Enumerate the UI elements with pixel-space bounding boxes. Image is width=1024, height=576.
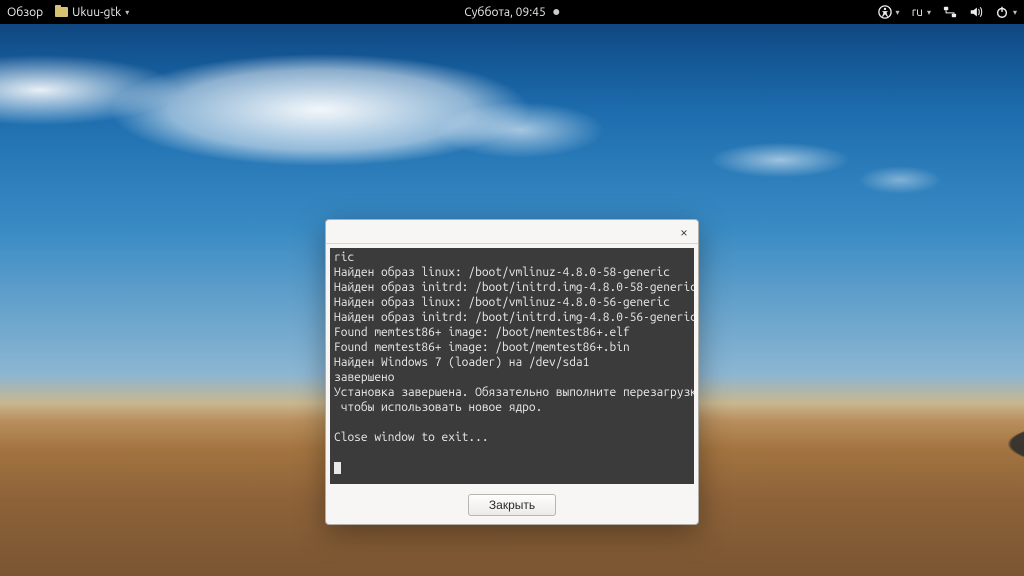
accessibility-icon [878,5,892,19]
power-icon [995,5,1009,19]
notification-dot-icon [554,9,560,15]
keyboard-layout-menu[interactable]: ru ▾ [912,6,931,19]
chevron-down-icon: ▾ [125,8,129,17]
chevron-down-icon: ▾ [1013,8,1017,17]
accessibility-menu[interactable]: ▾ [878,5,900,19]
close-button[interactable]: Закрыть [468,494,556,516]
network-wired-icon [943,5,957,19]
app-menu-label: Ukuu-gtk [72,6,121,19]
activities-button[interactable]: Обзор [7,6,43,19]
volume-icon [969,5,983,19]
dialog-close-button[interactable]: × [676,224,692,240]
chevron-down-icon: ▾ [927,8,931,17]
app-menu[interactable]: Ukuu-gtk ▾ [55,6,129,19]
top-panel: Обзор Ukuu-gtk ▾ Суббота, 09:45 ▾ ru ▾ [0,0,1024,24]
install-complete-dialog: × ric Найден образ linux: /boot/vmlinuz-… [325,219,699,525]
keyboard-layout-label: ru [912,6,923,19]
close-icon: × [680,224,688,240]
terminal-cursor [334,462,341,474]
network-indicator[interactable] [943,5,957,19]
activities-label: Обзор [7,6,43,19]
app-icon [55,7,68,17]
clock-label: Суббота, 09:45 [464,6,545,19]
chevron-down-icon: ▾ [896,8,900,17]
volume-indicator[interactable] [969,5,983,19]
dialog-body: ric Найден образ linux: /boot/vmlinuz-4.… [326,244,698,488]
dialog-footer: Закрыть [326,488,698,524]
power-menu[interactable]: ▾ [995,5,1017,19]
close-button-label: Закрыть [489,498,535,512]
clock-menu[interactable]: Суббота, 09:45 [464,6,559,19]
terminal-output: ric Найден образ linux: /boot/vmlinuz-4.… [330,248,694,484]
dialog-titlebar[interactable]: × [326,220,698,244]
